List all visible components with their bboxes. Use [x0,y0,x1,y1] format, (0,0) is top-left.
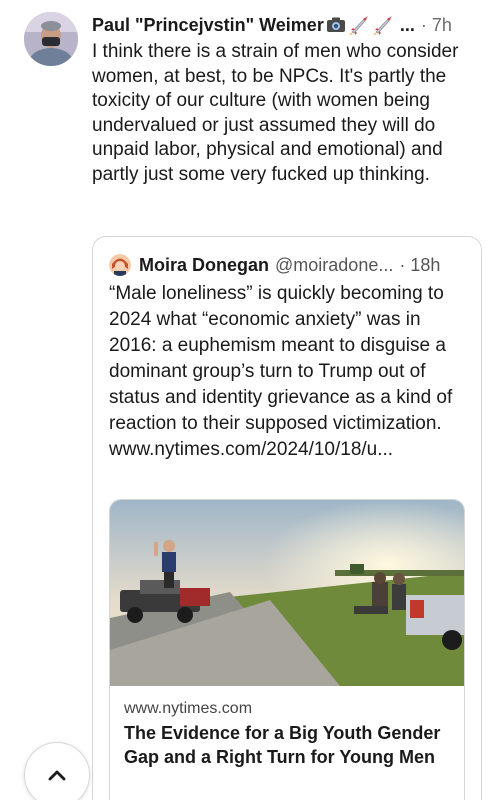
avatar-photo [24,12,78,66]
post-header: Paul "Princejvstin" Weimer ... · 7h [92,12,486,38]
quote-avatar[interactable] [109,254,131,276]
chevron-up-icon [48,770,66,781]
quote-avatar-illustration [109,254,131,276]
quote-author-handle: @moiradone... [275,254,394,275]
link-domain: www.nytimes.com [124,700,253,717]
quote-timestamp[interactable]: · 18h [399,255,440,276]
quote-author-name[interactable]: Moira Donegan [139,255,269,276]
rocket-icon [372,15,392,35]
link-preview-image [110,500,464,686]
quote-header: Moira Donegan @moiradone... · 18h [109,253,469,277]
link-title[interactable]: The Evidence for a Big Youth Gender Gap … [124,722,454,769]
link-preview-card[interactable]: www.nytimes.com The Evidence for a Big Y… [109,499,465,800]
author-badges [326,15,394,35]
post-text: I think there is a strain of men who con… [92,41,459,185]
rocket-icon [348,15,368,35]
post: Paul "Princejvstin" Weimer ... · 7h I th… [0,0,500,800]
scroll-to-top-button[interactable] [24,742,90,800]
name-truncation: ... [399,14,415,35]
quote-post-card[interactable]: Moira Donegan @moiradone... · 18h “Male … [92,236,482,800]
post-timestamp[interactable]: · 7h [421,15,452,36]
avatar[interactable] [24,12,78,66]
camera-icon [326,17,345,32]
quote-text: “Male loneliness” is quickly becoming to… [109,283,453,460]
author-name[interactable]: Paul "Princejvstin" Weimer [92,15,324,36]
